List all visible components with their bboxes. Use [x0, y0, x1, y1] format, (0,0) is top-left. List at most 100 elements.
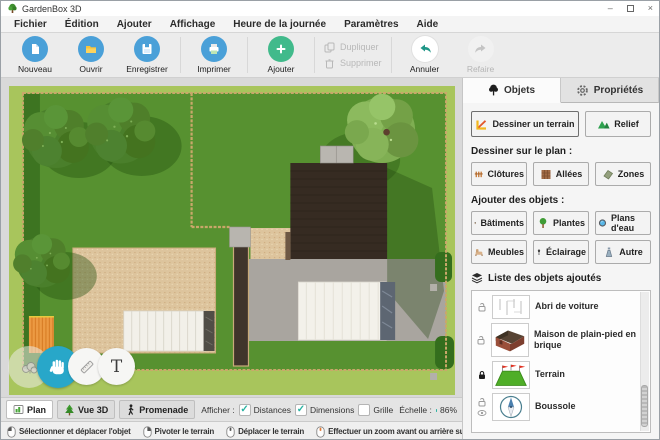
list-scrollbar[interactable] — [640, 292, 649, 431]
undo-button[interactable]: Annuler — [397, 36, 453, 74]
printer-icon — [209, 44, 219, 54]
gate-slab[interactable] — [229, 226, 251, 248]
distances-checkbox[interactable]: ✓ Distances — [238, 403, 291, 416]
relief-button[interactable]: Relief — [585, 111, 651, 137]
unlock-icon[interactable] — [477, 397, 487, 407]
delete-button[interactable]: Supprimer — [324, 58, 382, 69]
add-objects-heading: Ajouter des objets : — [471, 195, 565, 206]
terrain-thumbnail — [492, 361, 530, 389]
house-thumbnail — [491, 323, 529, 357]
tree-3d-icon — [65, 404, 74, 415]
open-button[interactable]: Ouvrir — [63, 36, 119, 74]
redo-button[interactable]: Refaire — [453, 36, 509, 74]
duplicate-button[interactable]: Dupliquer — [324, 42, 382, 53]
list-item[interactable]: Boussole — [474, 391, 638, 423]
list-item[interactable]: Abri de voiture — [474, 293, 638, 321]
eclairage-button[interactable]: Éclairage — [533, 240, 589, 264]
app-window: GardenBox 3D – × Fichier Édition Ajouter… — [0, 0, 660, 440]
building-icon — [474, 222, 477, 225]
ruler-icon — [80, 360, 93, 373]
draw-terrain-button[interactable]: Dessiner un terrain — [471, 111, 579, 137]
lock-icon[interactable] — [477, 370, 487, 380]
furniture-icon — [475, 249, 483, 256]
allees-button[interactable]: Allées — [533, 162, 589, 186]
toolbar-separator — [314, 37, 315, 73]
walking-person-icon — [128, 403, 134, 415]
tab-objets[interactable]: Objets — [463, 78, 561, 103]
menu-edition[interactable]: Édition — [56, 19, 108, 30]
menu-bar: Fichier Édition Ajouter Affichage Heure … — [1, 16, 659, 33]
add-button[interactable]: Ajouter — [253, 36, 309, 74]
hedge-strip[interactable] — [232, 245, 250, 367]
toolbar-separator — [390, 37, 392, 73]
gear-icon — [576, 84, 588, 96]
view-3d-button[interactable]: Vue 3D — [57, 400, 116, 419]
print-button[interactable]: Imprimer — [186, 36, 242, 74]
plus-icon — [276, 44, 286, 54]
eye-icon[interactable] — [477, 409, 487, 417]
checkbox-checked-icon: ✓ — [294, 403, 307, 416]
paving-icon — [541, 170, 551, 179]
list-heading: Liste des objets ajoutés — [488, 272, 602, 284]
hand-icon — [49, 359, 64, 375]
text-tool-button[interactable]: T — [98, 348, 135, 385]
menu-fichier[interactable]: Fichier — [5, 19, 56, 30]
hint-rotate: Pivoter le terrain — [142, 425, 214, 438]
zones-button[interactable]: Zones — [595, 162, 651, 186]
new-button[interactable]: Nouveau — [7, 36, 63, 74]
lantern-icon — [537, 249, 541, 255]
walkthrough-button[interactable]: Promenade — [119, 400, 196, 419]
toolbar: Nouveau Ouvrir Enregistrer Imprimer Ajou… — [1, 33, 659, 78]
plantes-button[interactable]: Plantes — [533, 211, 589, 235]
draw-terrain-icon — [476, 119, 487, 130]
hint-move-terrain: Déplacer le terrain — [226, 425, 304, 438]
status-bar: Sélectionner et déplacer l'objet Pivoter… — [1, 421, 462, 439]
meubles-button[interactable]: Meubles — [471, 240, 527, 264]
menu-parametres[interactable]: Paramètres — [335, 19, 407, 30]
menu-aide[interactable]: Aide — [408, 19, 448, 30]
unlock-icon[interactable] — [477, 302, 487, 312]
chimney — [320, 145, 354, 164]
save-button[interactable]: Enregistrer — [119, 36, 175, 74]
clotures-button[interactable]: Clôtures — [471, 162, 527, 186]
list-item[interactable]: Maison de plain-pied en brique — [474, 321, 638, 359]
window-title: GardenBox 3D — [22, 3, 82, 14]
plant-tree-icon — [539, 218, 547, 228]
mouse-middle-click-icon — [226, 425, 235, 438]
toolbar-separator — [247, 37, 248, 73]
mouse-left-click-icon — [7, 425, 16, 438]
grille-checkbox[interactable]: Grille — [358, 403, 393, 416]
close-icon[interactable]: × — [648, 4, 653, 13]
echelle-label: Échelle : — [399, 404, 432, 415]
plans-eau-button[interactable]: Plans d'eau — [595, 211, 651, 235]
white-awning[interactable] — [297, 281, 396, 341]
mountains-icon — [598, 121, 610, 129]
redo-icon — [474, 44, 486, 53]
minimize-icon[interactable]: – — [608, 4, 613, 13]
menu-heure[interactable]: Heure de la journée — [224, 19, 335, 30]
plan-view-icon — [13, 405, 24, 414]
scrollbar-thumb[interactable] — [641, 385, 648, 427]
hint-zoom: Effectuer un zoom avant ou arrière sur l… — [316, 425, 462, 438]
batiments-button[interactable]: Bâtiments — [471, 211, 527, 235]
menu-ajouter[interactable]: Ajouter — [108, 19, 161, 30]
list-item[interactable]: Terrain — [474, 359, 638, 391]
duplicate-icon — [324, 42, 335, 52]
misc-object-icon — [606, 247, 613, 257]
maximize-icon[interactable] — [626, 5, 634, 12]
autre-button[interactable]: Autre — [595, 240, 651, 264]
unlock-icon[interactable] — [476, 335, 486, 345]
plan-view-button[interactable]: Plan — [6, 400, 54, 419]
menu-affichage[interactable]: Affichage — [161, 19, 225, 30]
house[interactable] — [285, 163, 388, 260]
toolbar-separator — [180, 37, 181, 73]
tree-silhouette-icon — [488, 84, 498, 96]
shrub-icon — [22, 362, 38, 374]
tab-proprietes[interactable]: Propriétés — [561, 78, 659, 103]
carport[interactable] — [123, 310, 215, 352]
garden-plan-canvas[interactable] — [9, 86, 455, 395]
objects-list[interactable]: Abri de voiture Maison de plain-pied en … — [471, 290, 651, 433]
checkbox-unchecked-icon — [358, 403, 371, 416]
dimensions-checkbox[interactable]: ✓ Dimensions — [294, 403, 354, 416]
draw-on-plan-heading: Dessiner sur le plan : — [471, 146, 573, 157]
